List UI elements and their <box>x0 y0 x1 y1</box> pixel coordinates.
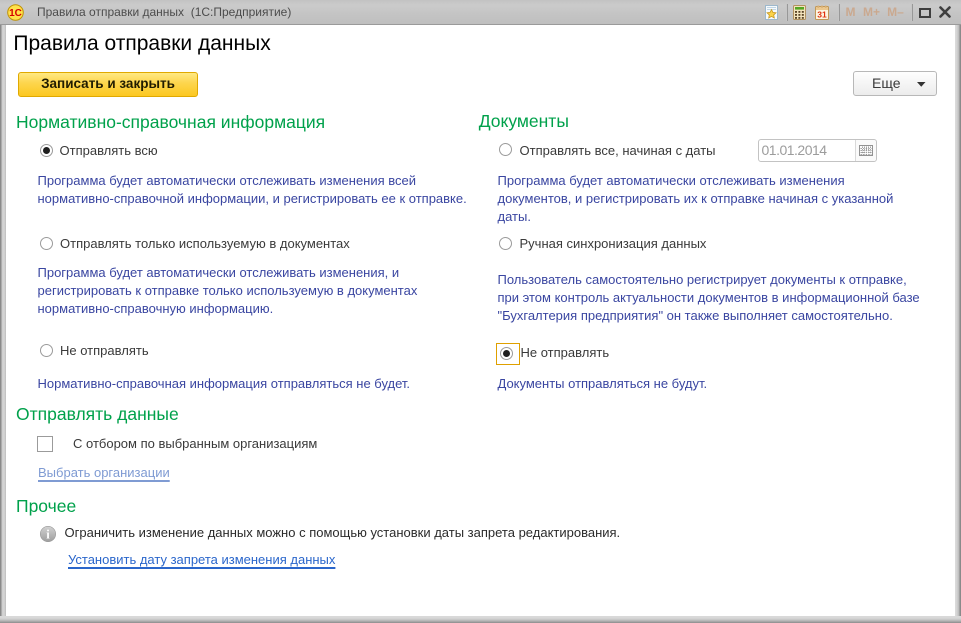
svg-text:i: i <box>46 528 50 542</box>
svg-text:1С: 1С <box>9 8 22 19</box>
svg-text:31: 31 <box>817 9 827 19</box>
